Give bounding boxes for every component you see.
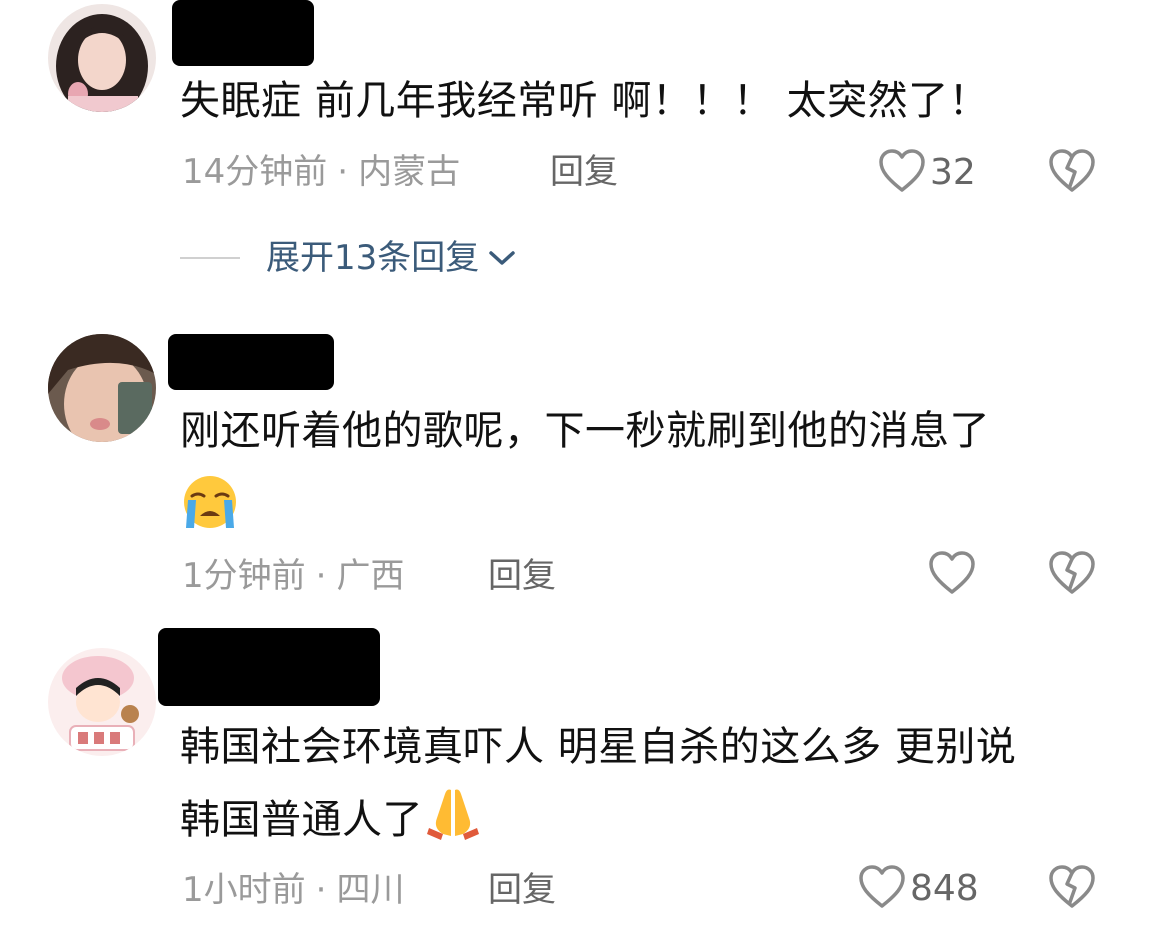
comment-text: 失眠症 前几年我经常听 啊！！！ 太突然了！ xyxy=(180,78,990,124)
reply-button[interactable]: 回复 xyxy=(550,152,618,192)
separator: · xyxy=(315,870,327,910)
separator: · xyxy=(337,152,349,192)
folded-hands-emoji xyxy=(423,784,483,860)
crying-face-emoji xyxy=(180,474,240,534)
dislike-button[interactable] xyxy=(1048,864,1096,914)
username-redacted[interactable] xyxy=(172,0,314,66)
comment-meta: 1分钟前 · 广西 xyxy=(182,556,404,596)
expand-replies-label: 展开13条回复 xyxy=(266,238,480,278)
timestamp: 1分钟前 xyxy=(182,556,306,596)
location: 广西 xyxy=(336,556,405,596)
username-redacted[interactable] xyxy=(168,334,334,390)
reply-button[interactable]: 回复 xyxy=(488,870,556,910)
comment-text-line2: 韩国普通人了 xyxy=(180,797,423,843)
avatar[interactable] xyxy=(48,4,156,112)
like-button[interactable] xyxy=(928,550,976,600)
like-button[interactable]: 32 xyxy=(878,148,976,198)
comment-meta: 1小时前 · 四川 xyxy=(182,870,404,910)
dislike-button[interactable] xyxy=(1048,148,1096,198)
comment-text: 韩国普通人了 xyxy=(180,784,483,860)
heart-icon xyxy=(878,148,926,198)
location: 四川 xyxy=(336,870,405,910)
broken-heart-icon xyxy=(1048,149,1096,198)
comment-meta: 14分钟前 · 内蒙古 xyxy=(182,152,460,192)
timestamp: 1小时前 xyxy=(182,870,306,910)
chevron-down-icon xyxy=(487,248,517,268)
broken-heart-icon xyxy=(1048,551,1096,600)
separator: · xyxy=(315,556,327,596)
dislike-button[interactable] xyxy=(1048,550,1096,600)
divider xyxy=(180,257,240,259)
comment-text: 韩国社会环境真吓人 明星自杀的这么多 更别说 xyxy=(180,724,1017,770)
like-button[interactable]: 848 xyxy=(858,864,979,914)
reply-button[interactable]: 回复 xyxy=(488,556,556,596)
broken-heart-icon xyxy=(1048,865,1096,914)
like-count: 32 xyxy=(930,152,976,193)
heart-icon xyxy=(928,550,976,600)
expand-replies-button[interactable]: 展开13条回复 xyxy=(180,236,517,280)
comment-text: 刚还听着他的歌呢，下一秒就刷到他的消息了 xyxy=(180,408,990,454)
heart-icon xyxy=(858,864,906,914)
username-redacted[interactable] xyxy=(158,628,380,706)
timestamp: 14分钟前 xyxy=(182,152,328,192)
location: 内蒙古 xyxy=(358,152,461,192)
like-count: 848 xyxy=(910,868,979,909)
avatar[interactable] xyxy=(48,648,156,756)
avatar[interactable] xyxy=(48,334,156,442)
